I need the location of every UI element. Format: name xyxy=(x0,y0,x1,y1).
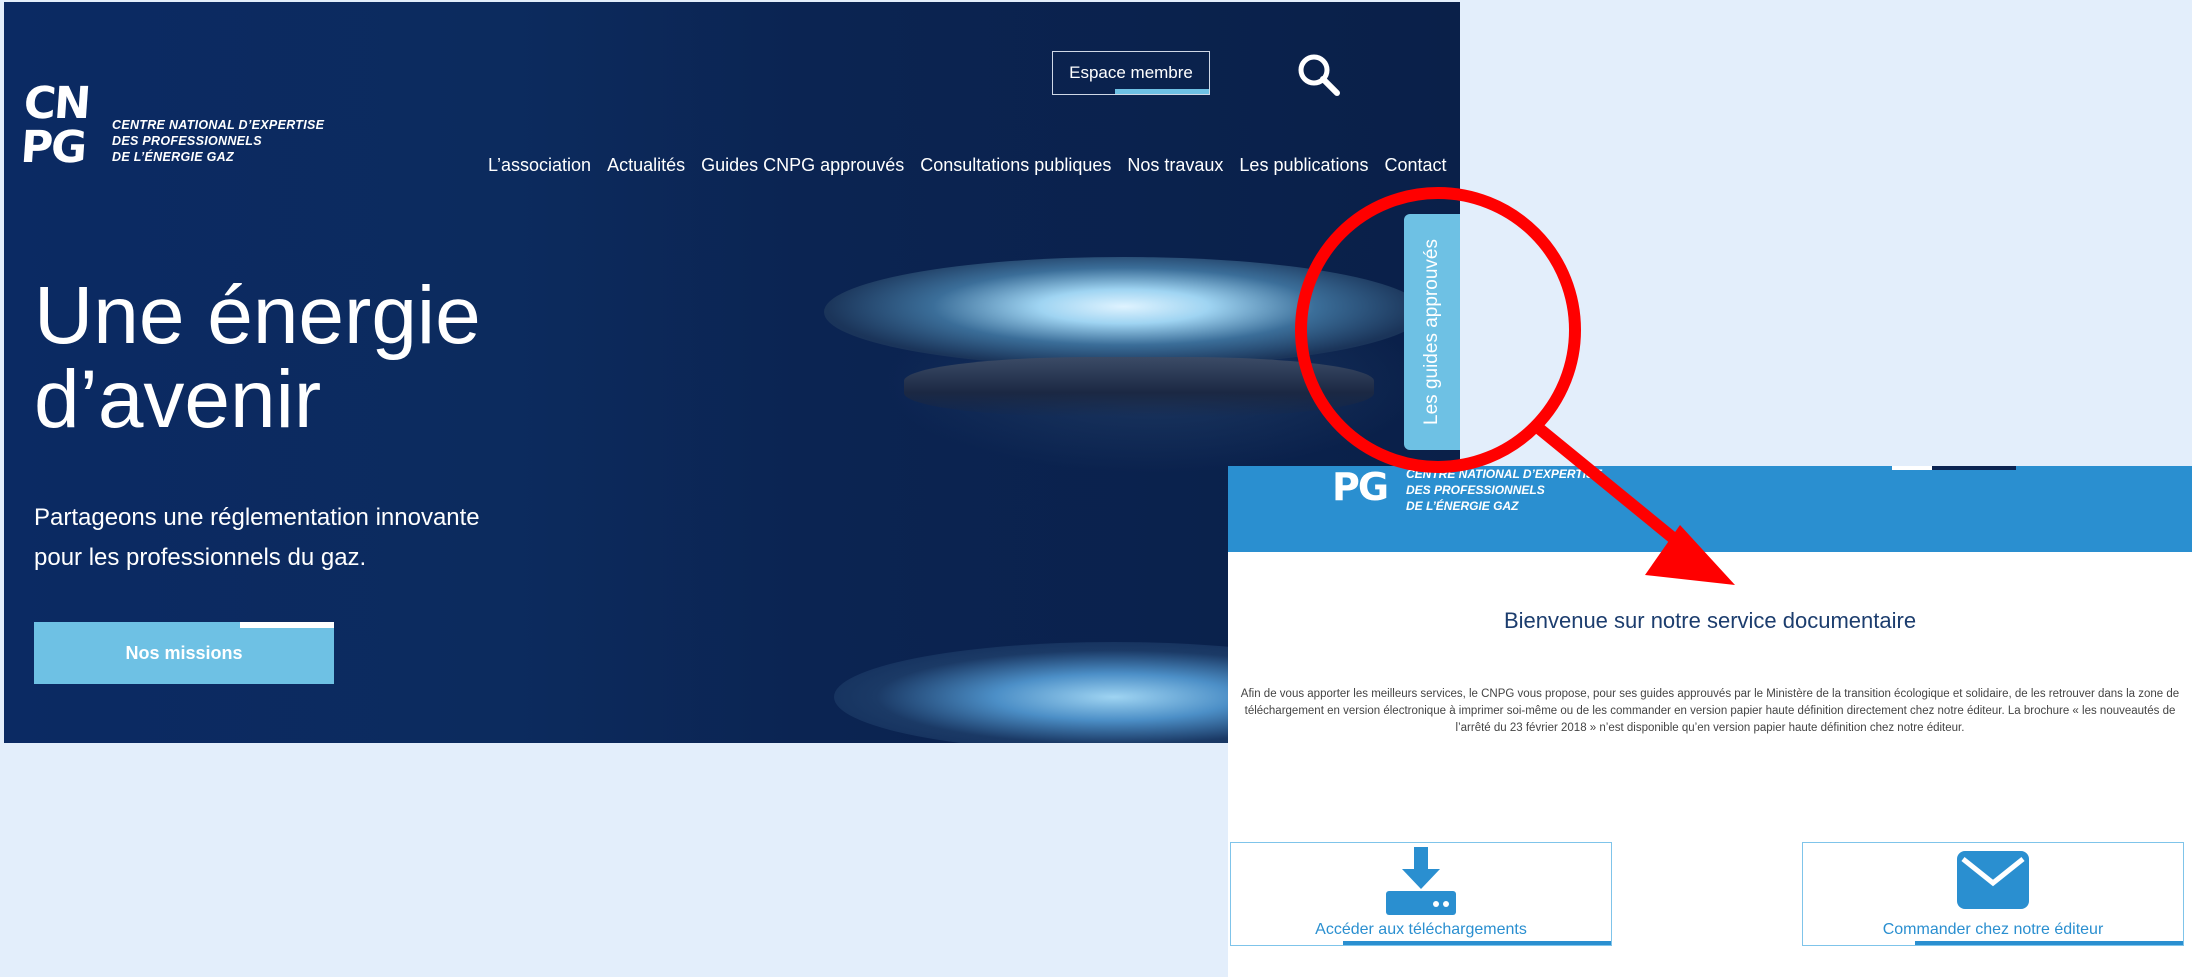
nav-item-publications[interactable]: Les publications xyxy=(1239,155,1368,176)
order-card-label: Commander chez notre éditeur xyxy=(1882,921,2104,938)
burner-flame-ring xyxy=(824,257,1424,367)
documentary-service-screenshot: PG CENTRE NATIONAL D’EXPERTISE DES PROFE… xyxy=(1228,466,2192,977)
nav-item-guides[interactable]: Guides CNPG approuvés xyxy=(701,155,904,176)
doc-intro-paragraph: Afin de vous apporter les meilleurs serv… xyxy=(1240,688,2180,734)
button-accent-bar xyxy=(1115,89,1209,94)
hero-title: Une énergie d’avenir xyxy=(34,270,481,445)
nav-item-association[interactable]: L’association xyxy=(488,155,591,176)
envelope-icon xyxy=(1957,851,2029,909)
doc-page-title: Bienvenue sur notre service documentaire xyxy=(1503,608,1917,633)
main-nav: L’association Actualités Guides CNPG app… xyxy=(488,155,1447,176)
doc-header: PG CENTRE NATIONAL D’EXPERTISE DES PROFE… xyxy=(1228,466,2192,552)
espace-membre-button[interactable]: Espace membre xyxy=(1052,51,1210,95)
cnpg-logo-text: CENTRE NATIONAL D’EXPERTISE DES PROFESSI… xyxy=(112,118,325,164)
download-card-label: Accéder aux téléchargements xyxy=(1315,921,1527,938)
nos-missions-button[interactable]: Nos missions xyxy=(34,622,334,684)
card-accent-bar xyxy=(1915,941,2183,945)
guides-approuves-tab[interactable]: Les guides approuvés xyxy=(1404,214,1460,450)
cnpg-logo-mark: CN PG xyxy=(18,78,91,173)
download-icon xyxy=(1386,847,1456,915)
nav-item-contact[interactable]: Contact xyxy=(1385,155,1447,176)
nav-item-consultations[interactable]: Consultations publiques xyxy=(920,155,1111,176)
download-card[interactable]: Accéder aux téléchargements xyxy=(1230,842,1612,946)
order-card[interactable]: Commander chez notre éditeur xyxy=(1802,842,2184,946)
doc-logo-text: CENTRE NATIONAL D’EXPERTISE DES PROFESSI… xyxy=(1406,467,1603,513)
burner-cap xyxy=(904,357,1374,417)
card-accent-bar xyxy=(1343,941,1611,945)
button-accent-bar xyxy=(240,622,334,628)
nav-item-travaux[interactable]: Nos travaux xyxy=(1127,155,1223,176)
header-top-strip-light xyxy=(1892,466,1932,470)
doc-logo-mark[interactable]: PG xyxy=(1332,466,1389,510)
search-icon[interactable] xyxy=(1294,50,1342,98)
cnpg-logo[interactable]: CN PG CENTRE NATIONAL D’EXPERTISE DES PR… xyxy=(18,78,325,178)
nav-item-actualites[interactable]: Actualités xyxy=(607,155,685,176)
hero-subtitle: Partageons une réglementation innovante … xyxy=(34,504,480,571)
